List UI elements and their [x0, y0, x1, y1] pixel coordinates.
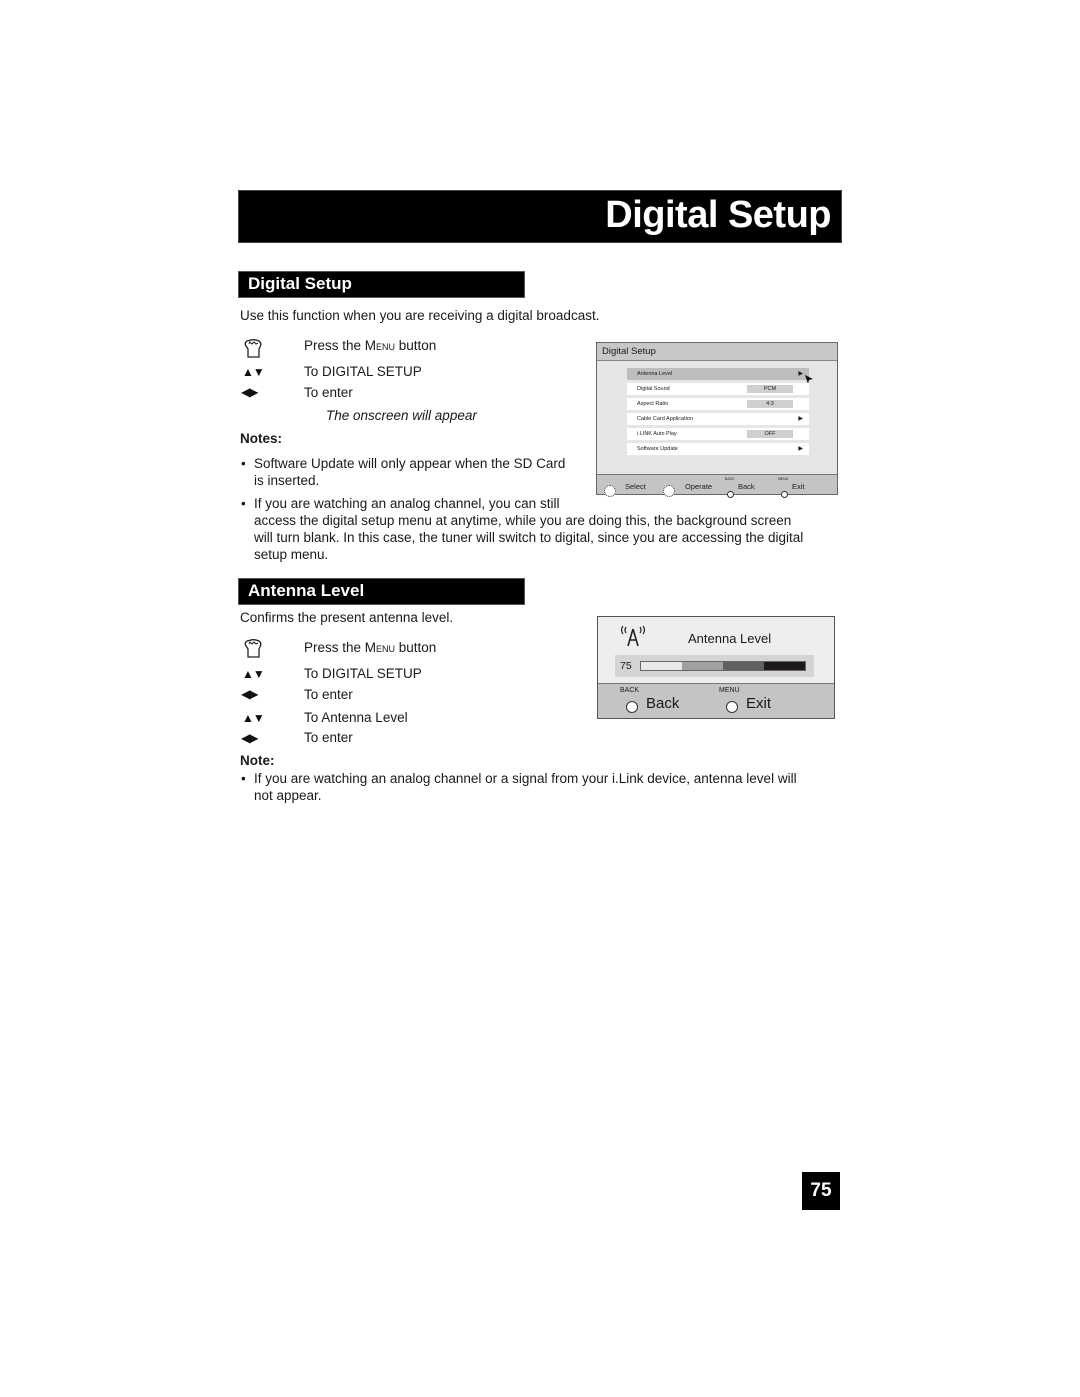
arrow-right-icon: ▶: [798, 371, 803, 377]
antenna-icon: [620, 625, 646, 647]
note-line-1: If you are watching an analog channel or…: [254, 771, 797, 786]
note-2-line-2: access the digital setup menu at anytime…: [254, 513, 792, 528]
osd-antenna-footer: BACK Back MENU Exit: [598, 683, 834, 718]
osd-antenna-level: Antenna Level 75 BACK Back MENU Exit: [597, 616, 835, 719]
antenna-level-title: Antenna Level: [688, 631, 772, 646]
section-heading-digital-setup: Digital Setup: [238, 271, 525, 298]
arrow-right-icon: ▶: [798, 446, 803, 452]
level-bar: [640, 661, 806, 671]
up-down-arrows-icon: ▲▼: [242, 365, 265, 379]
level-bar-area: 75: [615, 655, 814, 677]
back-key-label: BACK: [620, 687, 640, 694]
page-number: 75: [802, 1172, 840, 1210]
section2-intro: Confirms the present antenna level.: [240, 610, 454, 625]
exit-label[interactable]: Exit: [746, 695, 771, 712]
note-bullet: •: [241, 771, 246, 786]
note-heading: Note:: [240, 753, 275, 768]
osd-item-ilink-auto-play[interactable]: i.LINK Auto Play OFF: [627, 428, 809, 440]
menu-key-label: MENU: [719, 687, 740, 694]
note-2-line-4: setup menu.: [254, 547, 329, 562]
level-bar-segment: [641, 662, 682, 670]
page-title-bar: Digital Setup: [238, 190, 842, 243]
step-to-antenna-level: To Antenna Level: [304, 710, 408, 725]
osd-digital-setup-menu: Digital Setup Antenna Level ▶ Digital Sou…: [596, 342, 838, 498]
up-down-arrows-icon: ▲▼: [242, 711, 265, 725]
osd-item-aspect-ratio[interactable]: Aspect Ratio 4:3: [627, 398, 809, 410]
step-press-menu: Press the Menu button: [304, 338, 437, 353]
footer-select-label: Select: [625, 482, 646, 491]
step-to-enter: To enter: [304, 385, 353, 400]
left-right-arrows-icon: ◀▶: [241, 385, 258, 399]
left-right-arrows-icon: ◀▶: [241, 731, 258, 745]
footer-back-label: Back: [738, 482, 755, 491]
note-2-line-3: will turn blank. In this case, the tuner…: [254, 530, 804, 545]
section1-intro: Use this function when you are receiving…: [240, 308, 600, 323]
menu-key-label: MENU: [778, 477, 789, 481]
osd-menu-title: Digital Setup: [597, 343, 837, 361]
step-to-digital-setup: To DIGITAL SETUP: [304, 364, 422, 379]
note-1-line-2: is inserted.: [254, 473, 320, 488]
step-to-enter-2: To enter: [304, 730, 353, 745]
note-line-2: not appear.: [254, 788, 322, 803]
level-bar-segment: [682, 662, 723, 670]
note-bullet: •: [241, 496, 246, 511]
hand-press-icon: [244, 639, 262, 658]
onscreen-caption: The onscreen will appear: [326, 408, 477, 423]
page-title: Digital Setup: [605, 194, 831, 236]
osd-item-antenna-level[interactable]: Antenna Level ▶: [627, 368, 809, 380]
back-key-label: BACK: [725, 477, 735, 481]
notes-heading: Notes:: [240, 431, 283, 446]
step-press-menu: Press the Menu button: [304, 640, 437, 655]
left-right-arrows-icon: ◀▶: [241, 687, 258, 701]
arrow-right-icon: ▶: [798, 416, 803, 422]
hand-press-icon: [244, 339, 262, 358]
level-value: 75: [620, 660, 632, 672]
osd-item-software-update[interactable]: Software Update ▶: [627, 443, 809, 455]
note-bullet: •: [241, 456, 246, 471]
footer-operate-label: Operate: [685, 482, 713, 491]
level-bar-segment: [723, 662, 764, 670]
level-bar-segment: [764, 662, 805, 670]
osd-menu-footer: Select Operate BACK Back MENU Exit: [597, 474, 837, 498]
osd-item-digital-sound[interactable]: Digital Sound PCM: [627, 383, 809, 395]
back-label[interactable]: Back: [646, 695, 679, 712]
step-to-enter: To enter: [304, 687, 353, 702]
back-button-icon: [626, 701, 638, 713]
step-to-digital-setup: To DIGITAL SETUP: [304, 666, 422, 681]
section-heading-antenna-level: Antenna Level: [238, 578, 525, 605]
exit-button-icon: [726, 701, 738, 713]
up-down-arrows-icon: ▲▼: [242, 667, 265, 681]
osd-item-cable-card-application[interactable]: Cable Card Application ▶: [627, 413, 809, 425]
footer-exit-label: Exit: [792, 482, 805, 491]
note-1-line-1: Software Update will only appear when th…: [254, 456, 566, 471]
note-2-line-1: If you are watching an analog channel, y…: [254, 496, 560, 511]
